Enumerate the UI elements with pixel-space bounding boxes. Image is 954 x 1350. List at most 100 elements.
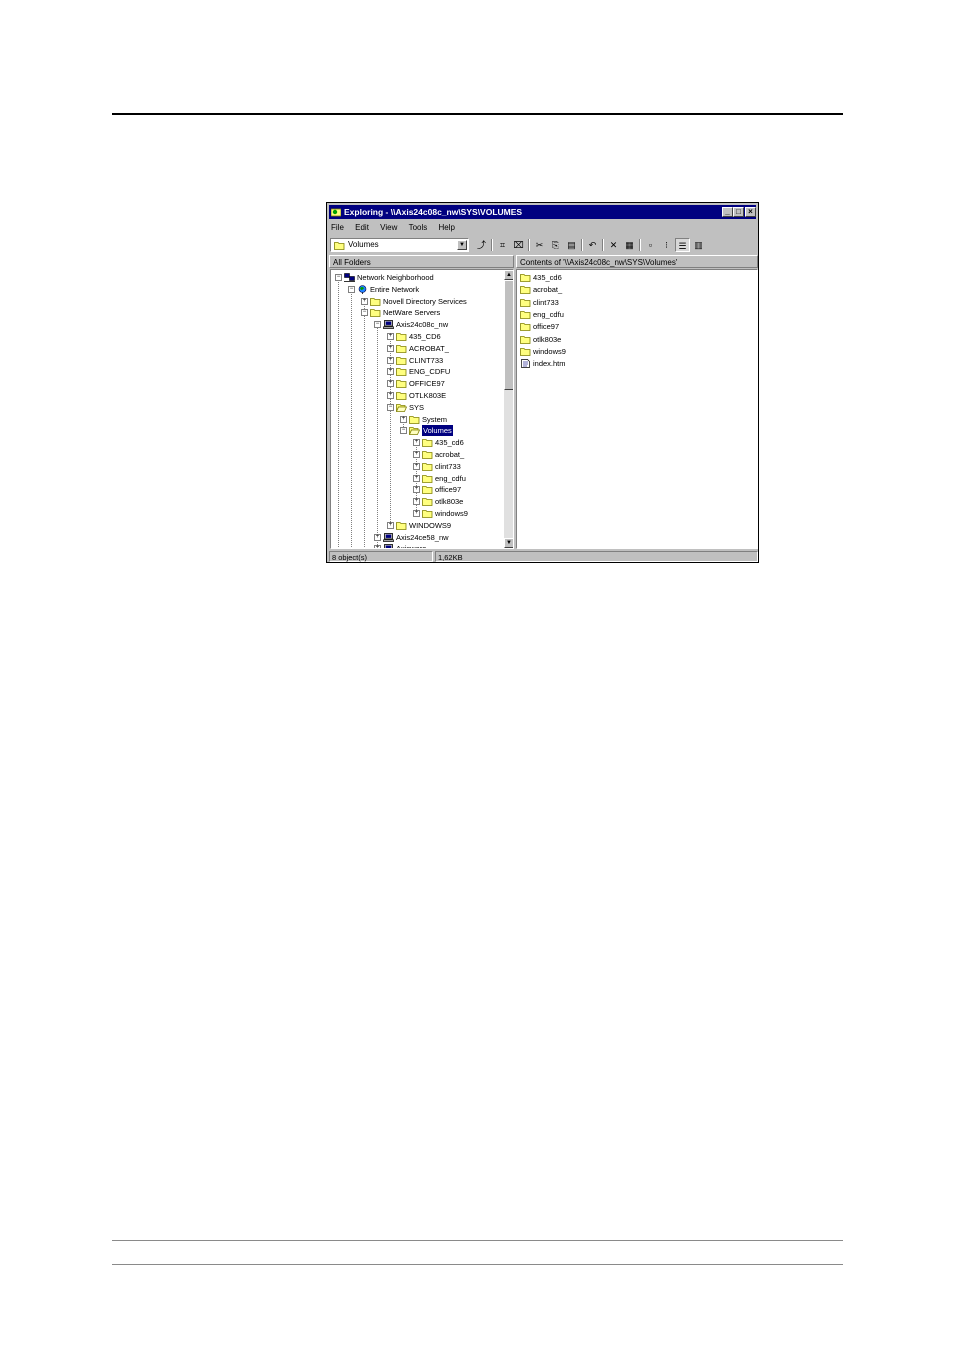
list-view-icon[interactable]: ☰ — [675, 238, 690, 252]
expand-icon[interactable]: + — [374, 533, 381, 541]
expand-icon[interactable]: + — [413, 510, 420, 517]
collapse-icon[interactable]: − — [361, 309, 368, 317]
tree-node[interactable]: − Network Neighborhood — [331, 272, 503, 283]
folder-icon — [422, 474, 433, 483]
expand-icon[interactable]: + — [387, 392, 394, 399]
cut-icon[interactable]: ✂ — [532, 238, 547, 252]
menu-help[interactable]: Help — [439, 221, 455, 234]
tree-node[interactable]: + OTLK803E — [331, 390, 503, 401]
maximize-button[interactable]: □ — [733, 207, 744, 217]
tree-node[interactable]: + eng_cdfu — [331, 473, 503, 484]
top-rule — [112, 113, 843, 115]
collapse-icon[interactable]: − — [335, 274, 342, 281]
up-one-level-icon[interactable]: ⤴ — [474, 238, 489, 252]
collapse-icon[interactable]: − — [348, 285, 355, 293]
toolbar: Volumes ▼ ⤴ ⌗ ⌧ ✂ ⎘ ▤ ↶ ✕ ▦ ▫ ⁝ ☰ ▥ — [329, 236, 756, 254]
small-icons-icon[interactable]: ⁝ — [659, 238, 674, 252]
tree-node[interactable]: + Axisware — [331, 543, 503, 549]
tree-node[interactable]: + System — [331, 414, 503, 425]
folder-icon — [396, 333, 407, 341]
tree-node[interactable]: + otlk803e — [331, 496, 503, 507]
expand-icon[interactable]: + — [387, 380, 394, 388]
tree-node[interactable]: + Axis24ce58_nw — [331, 532, 503, 543]
tree-node-label: acrobat_ — [435, 450, 465, 459]
tree-node[interactable]: + CLINT733 — [331, 355, 503, 366]
tree-node[interactable]: − SYS — [331, 402, 503, 413]
menu-view[interactable]: View — [380, 221, 397, 234]
undo-icon[interactable]: ↶ — [585, 238, 600, 252]
expand-icon[interactable]: + — [387, 521, 394, 529]
tree-node[interactable]: +435_CD6 — [331, 331, 503, 342]
tree-node-label: Volumes — [422, 425, 453, 437]
expand-icon[interactable]: + — [413, 498, 420, 506]
expand-icon[interactable]: + — [413, 439, 420, 447]
folder-icon — [520, 323, 531, 332]
list-item-label: 435_cd6 — [533, 273, 562, 282]
expand-icon[interactable]: + — [413, 462, 420, 470]
tree-node[interactable]: − Volumes — [331, 425, 503, 437]
list-item-label: clint733 — [533, 297, 559, 307]
large-icons-icon[interactable]: ▫ — [643, 238, 658, 252]
tree-node[interactable]: + windows9 — [331, 508, 503, 519]
tree-node[interactable]: +435_cd6 — [331, 437, 503, 448]
scroll-up-icon[interactable]: ▲ — [504, 270, 513, 280]
menu-tools[interactable]: Tools — [409, 221, 428, 234]
tree-node-label: Axisware — [396, 544, 427, 549]
scroll-down-icon[interactable]: ▼ — [504, 538, 513, 548]
expand-icon[interactable]: + — [400, 415, 407, 423]
computer-icon — [384, 544, 393, 548]
copy-icon[interactable]: ⎘ — [548, 238, 563, 252]
status-object-count: 8 object(s) — [329, 551, 433, 562]
dropdown-arrow-icon[interactable]: ▼ — [457, 240, 467, 250]
expand-icon[interactable]: + — [361, 297, 368, 305]
tree-node-label: clint733 — [435, 461, 461, 471]
tree-node[interactable]: + office97 — [331, 484, 503, 495]
expand-icon[interactable]: + — [413, 451, 420, 458]
list-item-label: eng_cdfu — [533, 309, 564, 319]
folder-icon — [409, 415, 420, 424]
minimize-button[interactable]: _ — [722, 207, 733, 217]
map-drive-icon[interactable]: ⌗ — [495, 238, 510, 252]
tree-node[interactable]: − Axis24c08c_nw — [331, 319, 503, 330]
tree-node-label: Entire Network — [370, 284, 420, 294]
tree-vertical-scrollbar[interactable]: ▲ ▼ — [504, 270, 513, 548]
expand-icon[interactable]: + — [387, 333, 394, 340]
expand-icon[interactable]: + — [387, 368, 394, 376]
close-button[interactable]: × — [745, 207, 756, 217]
expand-icon[interactable]: + — [374, 545, 381, 548]
expand-icon[interactable]: + — [413, 474, 420, 482]
tree-node[interactable]: − Entire Network — [331, 284, 503, 295]
tree-node[interactable]: + Novell Directory Services — [331, 296, 503, 307]
tree-node[interactable]: + OFFICE97 — [331, 378, 503, 389]
collapse-icon[interactable]: − — [374, 321, 381, 329]
open-folder-icon — [396, 403, 407, 412]
collapse-icon[interactable]: − — [387, 403, 394, 411]
tree-node-label: CLINT733 — [409, 355, 444, 365]
disconnect-drive-icon[interactable]: ⌧ — [511, 238, 526, 252]
details-view-icon[interactable]: ▥ — [691, 238, 706, 252]
menu-edit[interactable]: Edit — [355, 221, 369, 234]
contents-list[interactable]: 435_cd6 acrobat_ clint733 eng_cdfu office97 o… — [516, 269, 758, 549]
open-folder-icon — [409, 427, 420, 436]
expand-icon[interactable]: + — [387, 356, 394, 364]
globe-icon — [358, 284, 367, 294]
tree-node[interactable]: + clint733 — [331, 461, 503, 472]
folder-icon — [520, 274, 531, 282]
properties-icon[interactable]: ▦ — [622, 238, 637, 252]
tree-node[interactable]: + ENG_CDFU — [331, 366, 503, 377]
delete-icon[interactable]: ✕ — [606, 238, 621, 252]
expand-icon[interactable]: + — [387, 344, 394, 352]
paste-icon[interactable]: ▤ — [564, 238, 579, 252]
tree-node[interactable]: + ACROBAT_ — [331, 343, 503, 354]
expand-icon[interactable]: + — [413, 486, 420, 494]
title-bar[interactable]: Exploring - \\Axis24c08c_nw\SYS\VOLUMES … — [329, 205, 756, 219]
folder-tree[interactable]: ▲ ▼ − Network Neighborhood − Entire Network… — [330, 269, 514, 549]
tree-node[interactable]: + acrobat_ — [331, 449, 503, 460]
collapse-icon[interactable]: − — [400, 427, 407, 435]
scroll-thumb[interactable] — [504, 280, 513, 390]
address-combo[interactable]: Volumes ▼ — [330, 238, 469, 252]
tree-node[interactable]: + WINDOWS9 — [331, 520, 503, 531]
tree-node[interactable]: − NetWare Servers — [331, 307, 503, 318]
list-item-label: windows9 — [533, 346, 566, 356]
menu-file[interactable]: File — [331, 221, 344, 234]
